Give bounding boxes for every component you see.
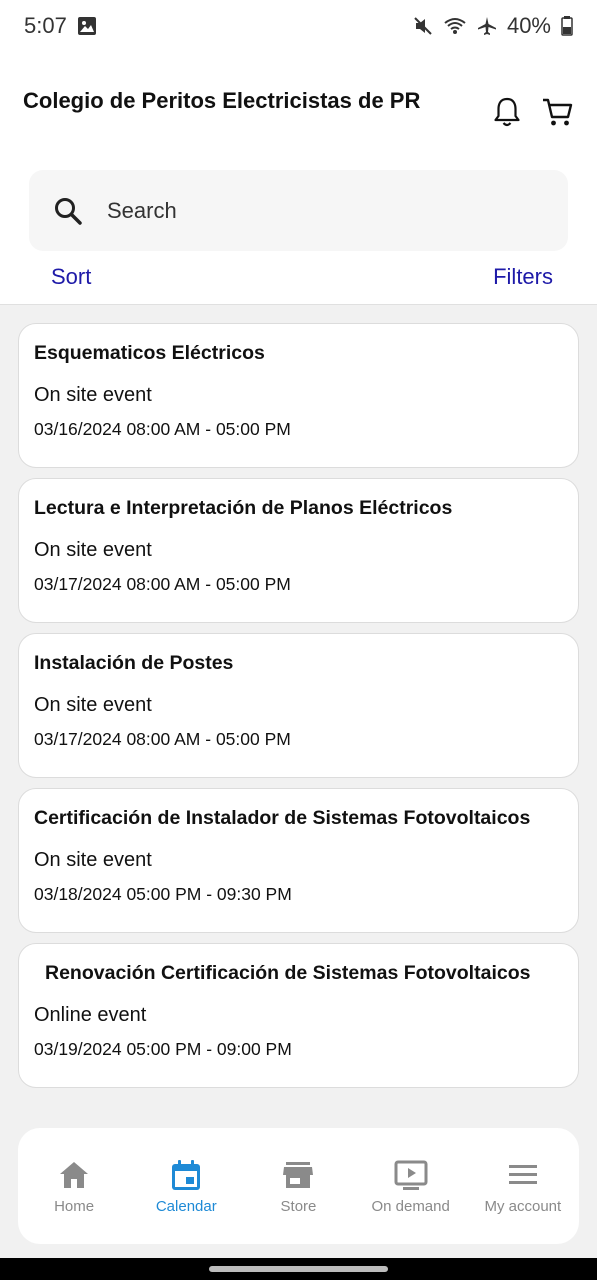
event-title: Certificación de Instalador de Sistemas … [34,807,531,829]
search-icon [55,197,82,225]
sort-button[interactable]: Sort [51,264,91,290]
nav-home[interactable]: Home [18,1158,130,1215]
event-card[interactable]: Lectura e Interpretación de Planos Eléct… [18,478,579,623]
event-datetime: 03/17/2024 08:00 AM - 05:00 PM [34,729,291,749]
event-card[interactable]: Esquematicos Eléctricos On site event 03… [18,323,579,468]
event-card[interactable]: Instalación de Postes On site event 03/1… [18,633,579,778]
nav-store-label: Store [280,1197,317,1215]
event-type: On site event [34,539,152,561]
home-icon [60,1161,89,1188]
search-bar[interactable] [29,170,568,251]
mute-icon [414,17,432,35]
nav-store[interactable]: Store [242,1158,354,1215]
event-type: On site event [34,849,152,871]
play-icon [394,1160,428,1190]
status-bar: 5:07 40% [0,0,597,52]
event-list: Esquematicos Eléctricos On site event 03… [18,323,579,1098]
nav-calendar-label: Calendar [155,1197,217,1215]
nav-on-demand[interactable]: On demand [355,1158,467,1215]
nav-on-demand-label: On demand [371,1197,450,1215]
nav-my-account[interactable]: My account [467,1158,579,1215]
nav-my-account-label: My account [484,1197,562,1215]
event-title: Lectura e Interpretación de Planos Eléct… [34,497,453,519]
app-header: Colegio de Peritos Electricistas de PR S… [0,52,597,304]
cart-icon[interactable] [540,94,576,130]
event-card[interactable]: Certificación de Instalador de Sistemas … [18,788,579,933]
bell-icon[interactable] [489,94,525,130]
wifi-icon [444,18,466,34]
event-type: On site event [34,694,152,716]
event-type: On site event [34,384,152,406]
event-title: Instalación de Postes [34,652,234,674]
event-title: Esquematicos Eléctricos [34,342,265,364]
bottom-nav: Home Calendar Store On demand My account [18,1128,579,1244]
status-time: 5:07 [24,13,67,38]
home-gesture-handle[interactable] [209,1266,388,1272]
battery-icon [561,16,573,36]
gesture-bar [0,1258,597,1280]
page-title: Colegio de Peritos Electricistas de PR [23,88,421,113]
event-datetime: 03/19/2024 05:00 PM - 09:00 PM [34,1039,292,1059]
nav-calendar[interactable]: Calendar [130,1158,242,1215]
event-datetime: 03/16/2024 08:00 AM - 05:00 PM [34,419,291,439]
filters-button[interactable]: Filters [493,264,553,290]
calendar-icon [172,1159,201,1190]
search-input[interactable] [105,196,509,225]
event-card[interactable]: Renovación Certificación de Sistemas Fot… [18,943,579,1088]
battery-percent: 40% [506,13,551,38]
airplane-icon [477,17,496,35]
gallery-icon [77,17,96,35]
event-type: Online event [34,1004,147,1026]
event-datetime: 03/18/2024 05:00 PM - 09:30 PM [34,884,292,904]
event-datetime: 03/17/2024 08:00 AM - 05:00 PM [34,574,291,594]
nav-home-label: Home [54,1197,95,1215]
event-title: Renovación Certificación de Sistemas Fot… [45,962,531,984]
menu-icon [508,1164,537,1184]
store-icon [283,1161,314,1188]
header-divider [0,304,597,305]
